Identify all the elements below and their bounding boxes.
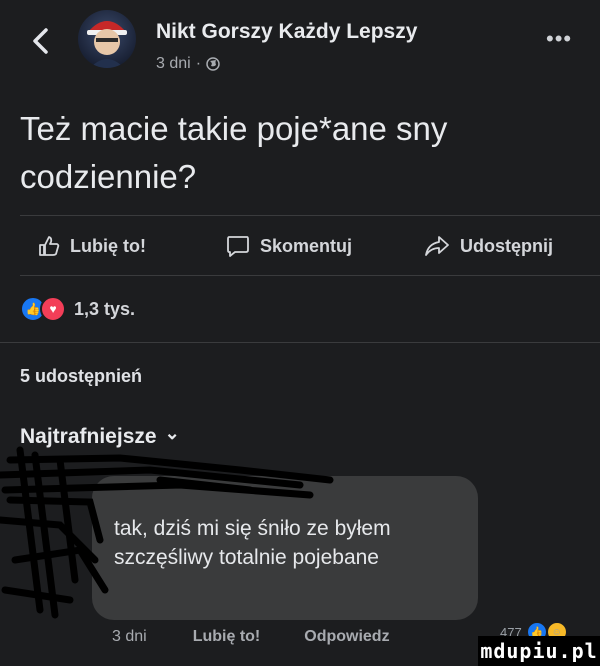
share-button[interactable]: Udostępnij	[424, 220, 553, 272]
avatar[interactable]	[78, 10, 136, 68]
comment-time: 3 dni	[112, 628, 147, 645]
globe-icon	[206, 57, 220, 71]
post-time: 3 dni	[156, 55, 191, 72]
comment-button[interactable]: Skomentuj	[226, 220, 352, 272]
share-label: Udostępnij	[460, 235, 553, 256]
like-label: Lubię to!	[70, 235, 146, 256]
comment-icon	[227, 236, 249, 257]
love-reaction-icon: ♥	[40, 296, 66, 322]
author-name[interactable]: Nikt Gorszy Każdy Lepszy	[156, 20, 417, 44]
watermark-logo: mdupiu.pl	[478, 636, 600, 666]
back-chevron-icon[interactable]	[28, 26, 54, 56]
divider-top	[20, 215, 600, 216]
reactions-summary[interactable]: 👍 ♥ 1,3 tys.	[20, 296, 135, 322]
comment-reply-button[interactable]: Odpowiedz	[304, 628, 389, 646]
comment-actions: 3 dni Lubię to! Odpowiedz	[112, 628, 390, 646]
share-arrow-icon	[425, 236, 449, 256]
divider-section	[0, 342, 600, 343]
post-meta: 3 dni ·	[156, 55, 220, 73]
more-options-icon[interactable]: •••	[546, 26, 572, 52]
reaction-count: 1,3 tys.	[74, 298, 136, 319]
post-text: Też macie takie poje*ane sny codziennie?	[20, 110, 448, 195]
scribble-redaction	[0, 446, 334, 619]
thumbs-up-icon	[39, 236, 60, 256]
shares-count[interactable]: 5 udostępnień	[20, 366, 142, 387]
like-button[interactable]: Lubię to!	[38, 220, 146, 272]
meta-separator: ·	[195, 55, 202, 72]
comment-like-button[interactable]: Lubię to!	[193, 628, 261, 646]
comment-label: Skomentuj	[260, 235, 353, 256]
divider-bottom	[20, 275, 600, 276]
action-bar: Lubię to! Skomentuj Udostępnij	[0, 220, 600, 272]
